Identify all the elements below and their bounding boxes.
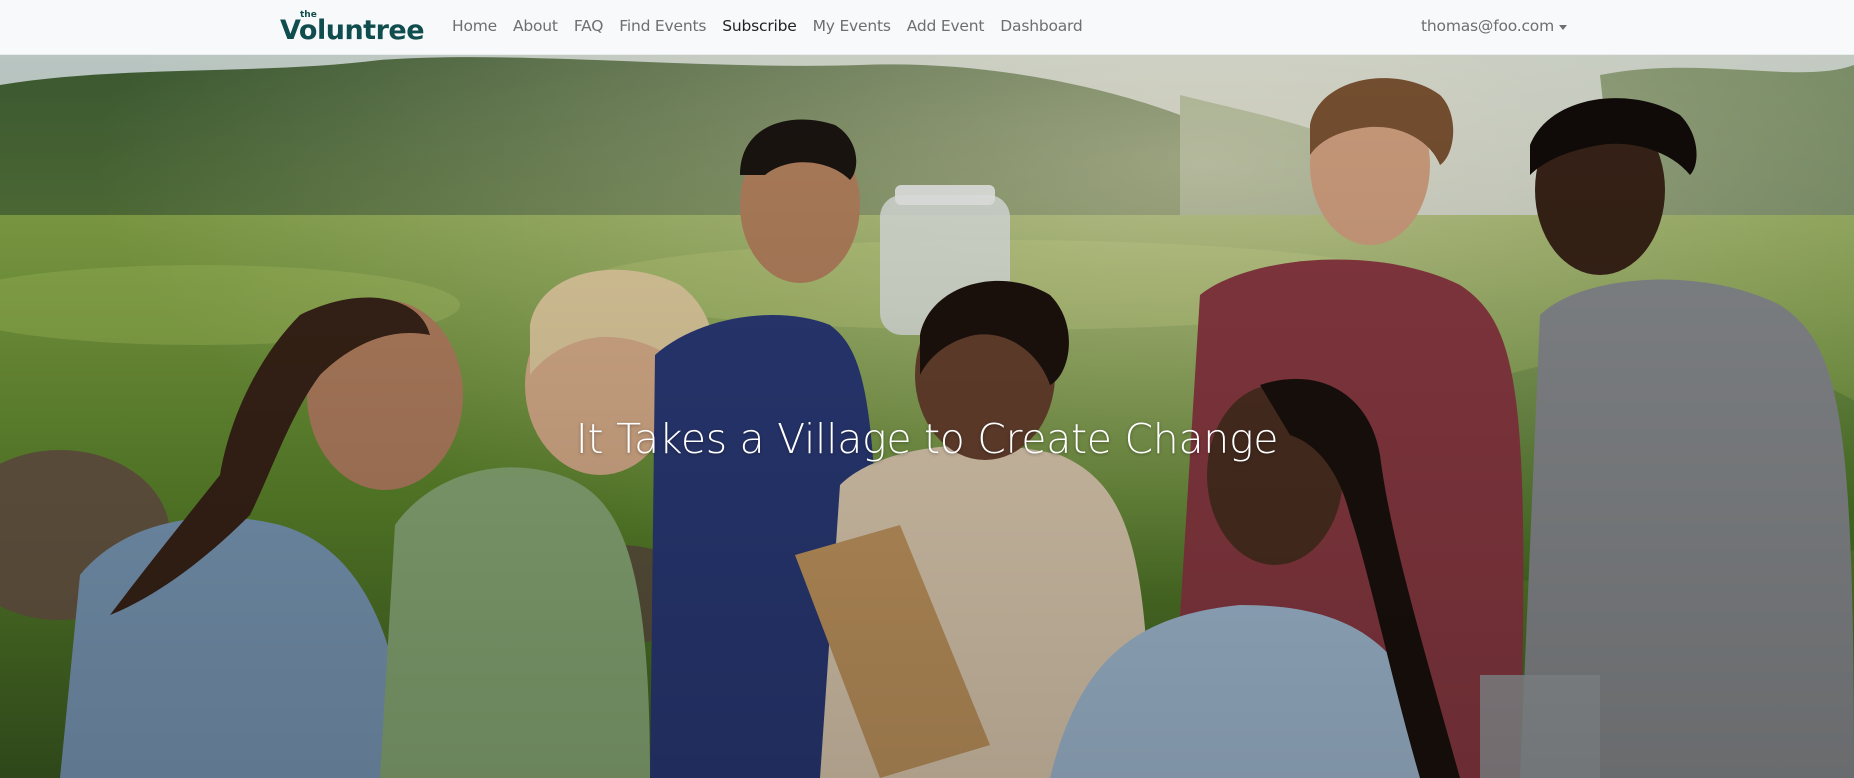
top-navbar: the Voluntree Home About FAQ Find Events…: [0, 0, 1854, 55]
nav-link-home[interactable]: Home: [452, 17, 497, 35]
nav-link-about[interactable]: About: [513, 17, 558, 35]
hero-section: It Takes a Village to Create Change: [0, 55, 1854, 778]
nav-link-find-events[interactable]: Find Events: [619, 17, 706, 35]
user-menu-dropdown[interactable]: thomas@foo.com: [1421, 0, 1567, 52]
nav-link-subscribe[interactable]: Subscribe: [722, 17, 797, 35]
brand-name: Voluntree: [280, 15, 425, 46]
user-email: thomas@foo.com: [1421, 17, 1554, 35]
nav-links: Home About FAQ Find Events Subscribe My …: [452, 0, 1083, 52]
nav-link-faq[interactable]: FAQ: [574, 17, 604, 35]
hero-title: It Takes a Village to Create Change: [575, 415, 1279, 464]
caret-down-icon: [1559, 24, 1567, 30]
nav-link-my-events[interactable]: My Events: [813, 17, 891, 35]
nav-link-add-event[interactable]: Add Event: [907, 17, 985, 35]
nav-link-dashboard[interactable]: Dashboard: [1000, 17, 1082, 35]
